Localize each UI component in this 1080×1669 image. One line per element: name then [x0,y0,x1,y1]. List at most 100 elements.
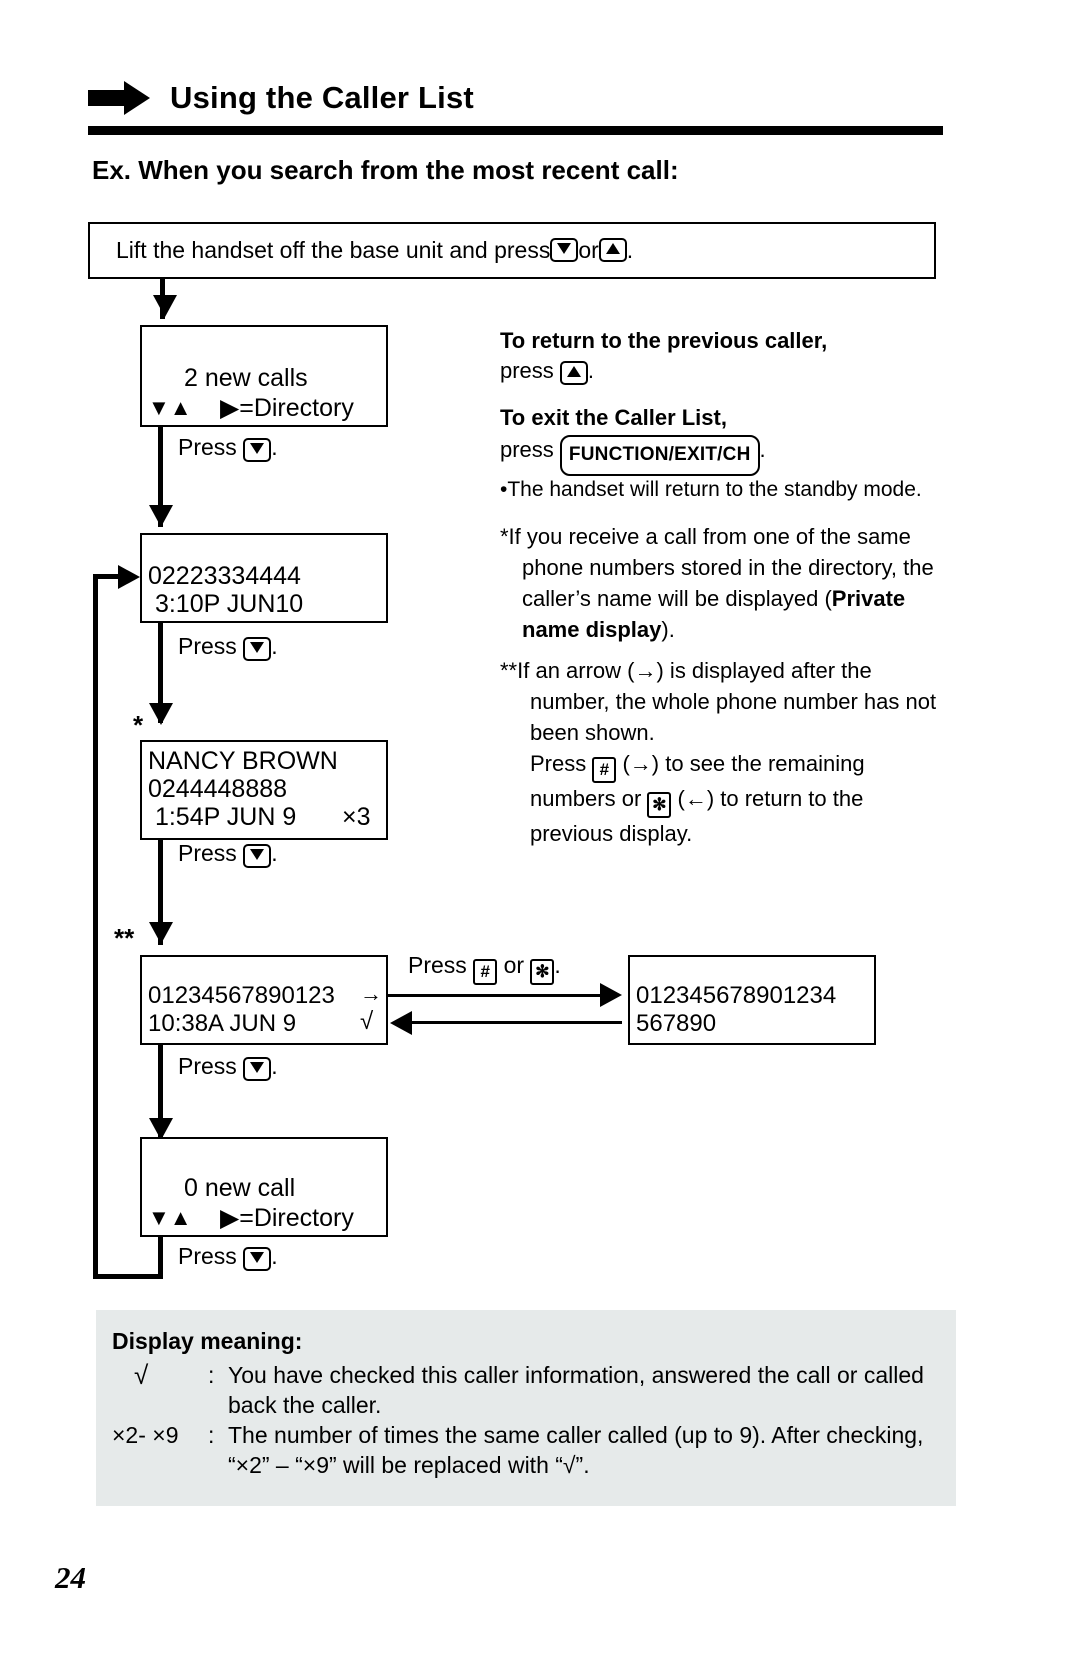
flow-arrowhead-2 [149,505,173,527]
exit-instruction: press FUNCTION/EXIT/CH. [500,433,948,476]
press-label-3: Press . [178,840,278,869]
step-text-after: . [626,237,634,263]
page-header: Using the Caller List [88,68,948,128]
standby-bullet: •The handset will return to the standby … [500,478,922,501]
down-key-icon [243,637,272,661]
loopback-stub-down [158,1237,163,1279]
expanded-number-display: 012345678901234 567890 [628,955,876,1045]
prev-caller-title: To return to the previous caller, [500,328,828,353]
caller-2-count: ×3 [342,803,371,831]
step-text-before: Lift the handset off the base unit and p… [116,237,551,263]
caller-1-time: 3:10P JUN10 [148,590,304,618]
zero-new-call-line1: 0 new call [184,1174,296,1202]
caller-3-number: 01234567890123 [148,982,335,1009]
note-private-name-post: ). [661,617,675,642]
caller-2-time: 1:54P JUN 9 [148,803,297,831]
manual-page: Using the Caller List Ex. When you searc… [0,0,1080,1669]
expanded-number-line2: 567890 [636,1010,717,1037]
note-arrow-line2: Press # (→) to see the remaining numbers… [500,748,948,849]
caller-2-number: 0244448888 [148,775,288,803]
press-period-3: . [271,840,278,866]
down-key-icon [243,844,272,868]
press-word-3: Press [178,840,244,866]
toggle-arrow-right-head [600,983,622,1007]
exit-press-word: press [500,437,560,462]
exit-title: To exit the Caller List, [500,405,727,430]
subheading: Ex. When you search from the most recent… [92,155,679,185]
press-word-1: Press [178,434,244,460]
new-calls-line2-left: ▼▲ [148,395,192,420]
new-calls-display: 2 new calls ▼▲ ▶=Directory [140,325,388,427]
row-2-text: The number of times the same caller call… [228,1422,924,1478]
press-label-4: Press . [178,1053,278,1082]
toggle-arrow-right-line [388,994,616,997]
hash-key-icon: # [473,959,498,985]
down-key-icon [243,1247,272,1271]
loopback-arrowhead [118,565,140,589]
expanded-number-line1: 012345678901234 [636,982,837,1009]
note-arrow-press-word: Press [530,751,593,776]
page-number: 24 [55,1560,86,1595]
exit-period: . [759,437,766,462]
toggle-press-word: Press [408,952,474,978]
toggle-arrow-left-head [390,1011,412,1035]
step-instruction-box: Lift the handset off the base unit and p… [88,222,936,279]
multiplier-symbol: ×2- ×9 [112,1422,179,1448]
caller-1-display: 02223334444 3:10P JUN10 [140,533,388,623]
hash-key-icon: # [592,757,617,783]
press-word-2: Press [178,633,244,659]
zero-new-call-line2-left: ▼▲ [148,1205,192,1230]
double-star-marker: ** [114,923,135,953]
loopback-left [93,576,98,1276]
row-2-colon: : [208,1422,215,1448]
page-title: Using the Caller List [170,80,474,115]
up-key-icon [598,237,627,262]
zero-new-call-display: 0 new call ▼▲ ▶=Directory [140,1137,388,1237]
row-1-text: You have checked this caller information… [228,1362,924,1418]
flow-arrowhead-4 [149,922,173,944]
flow-arrowhead-1 [153,295,177,317]
toggle-arrow-left-line [400,1021,622,1024]
function-exit-ch-key-icon: FUNCTION/EXIT/CH [559,435,760,476]
down-key-icon [243,1057,272,1081]
star-key-icon: ✻ [530,959,555,985]
toggle-press-label: Press # or ✻. [408,952,561,985]
header-rule [88,126,943,135]
zero-new-call-line2-right: ▶=Directory [220,1204,354,1232]
note-private-name: *If you receive a call from one of the s… [500,521,948,645]
prev-caller-press-word: press [500,358,560,383]
row-1-colon: : [208,1362,215,1388]
new-calls-line1: 2 new calls [184,364,308,392]
star-key-icon: ✻ [647,792,672,818]
caller-3-check-mark: √ [360,1008,374,1035]
press-label-5: Press . [178,1243,278,1272]
down-key-icon [243,438,272,462]
note-arrow-line1: **If an arrow (→) is displayed after the… [500,658,937,745]
caller-2-display: NANCY BROWN 0244448888 1:54P JUN 9 ×3 [140,740,388,840]
prev-caller-period: . [587,358,595,383]
caller-3-arrow-indicator: → [360,981,382,1006]
up-key-icon [559,361,588,385]
notes-column: To return to the previous caller, press … [500,326,948,849]
toggle-or-word: or [497,952,531,978]
press-period-2: . [271,633,278,659]
press-word-5: Press [178,1243,244,1269]
toggle-period: . [554,952,561,978]
press-label-1: Press . [178,434,278,463]
display-meaning-title: Display meaning: [112,1328,303,1354]
new-calls-line2-right: ▶=Directory [220,394,354,422]
flow-arrowhead-3 [149,703,173,725]
press-label-2: Press . [178,633,278,662]
down-key-icon [550,237,579,262]
loopback-bottom [93,1274,161,1279]
press-period-4: . [271,1053,278,1079]
caller-3-time: 10:38A JUN 9 [148,1010,297,1037]
caller-2-name: NANCY BROWN [148,747,338,775]
prev-caller-instruction: press . [500,356,948,386]
step-text-mid: or [578,237,599,263]
press-period-5: . [271,1243,278,1269]
press-word-4: Press [178,1053,244,1079]
check-symbol: √ [134,1360,149,1390]
right-arrow-icon [88,81,150,115]
display-meaning-panel: Display meaning: √ : You have checked th… [96,1310,956,1506]
